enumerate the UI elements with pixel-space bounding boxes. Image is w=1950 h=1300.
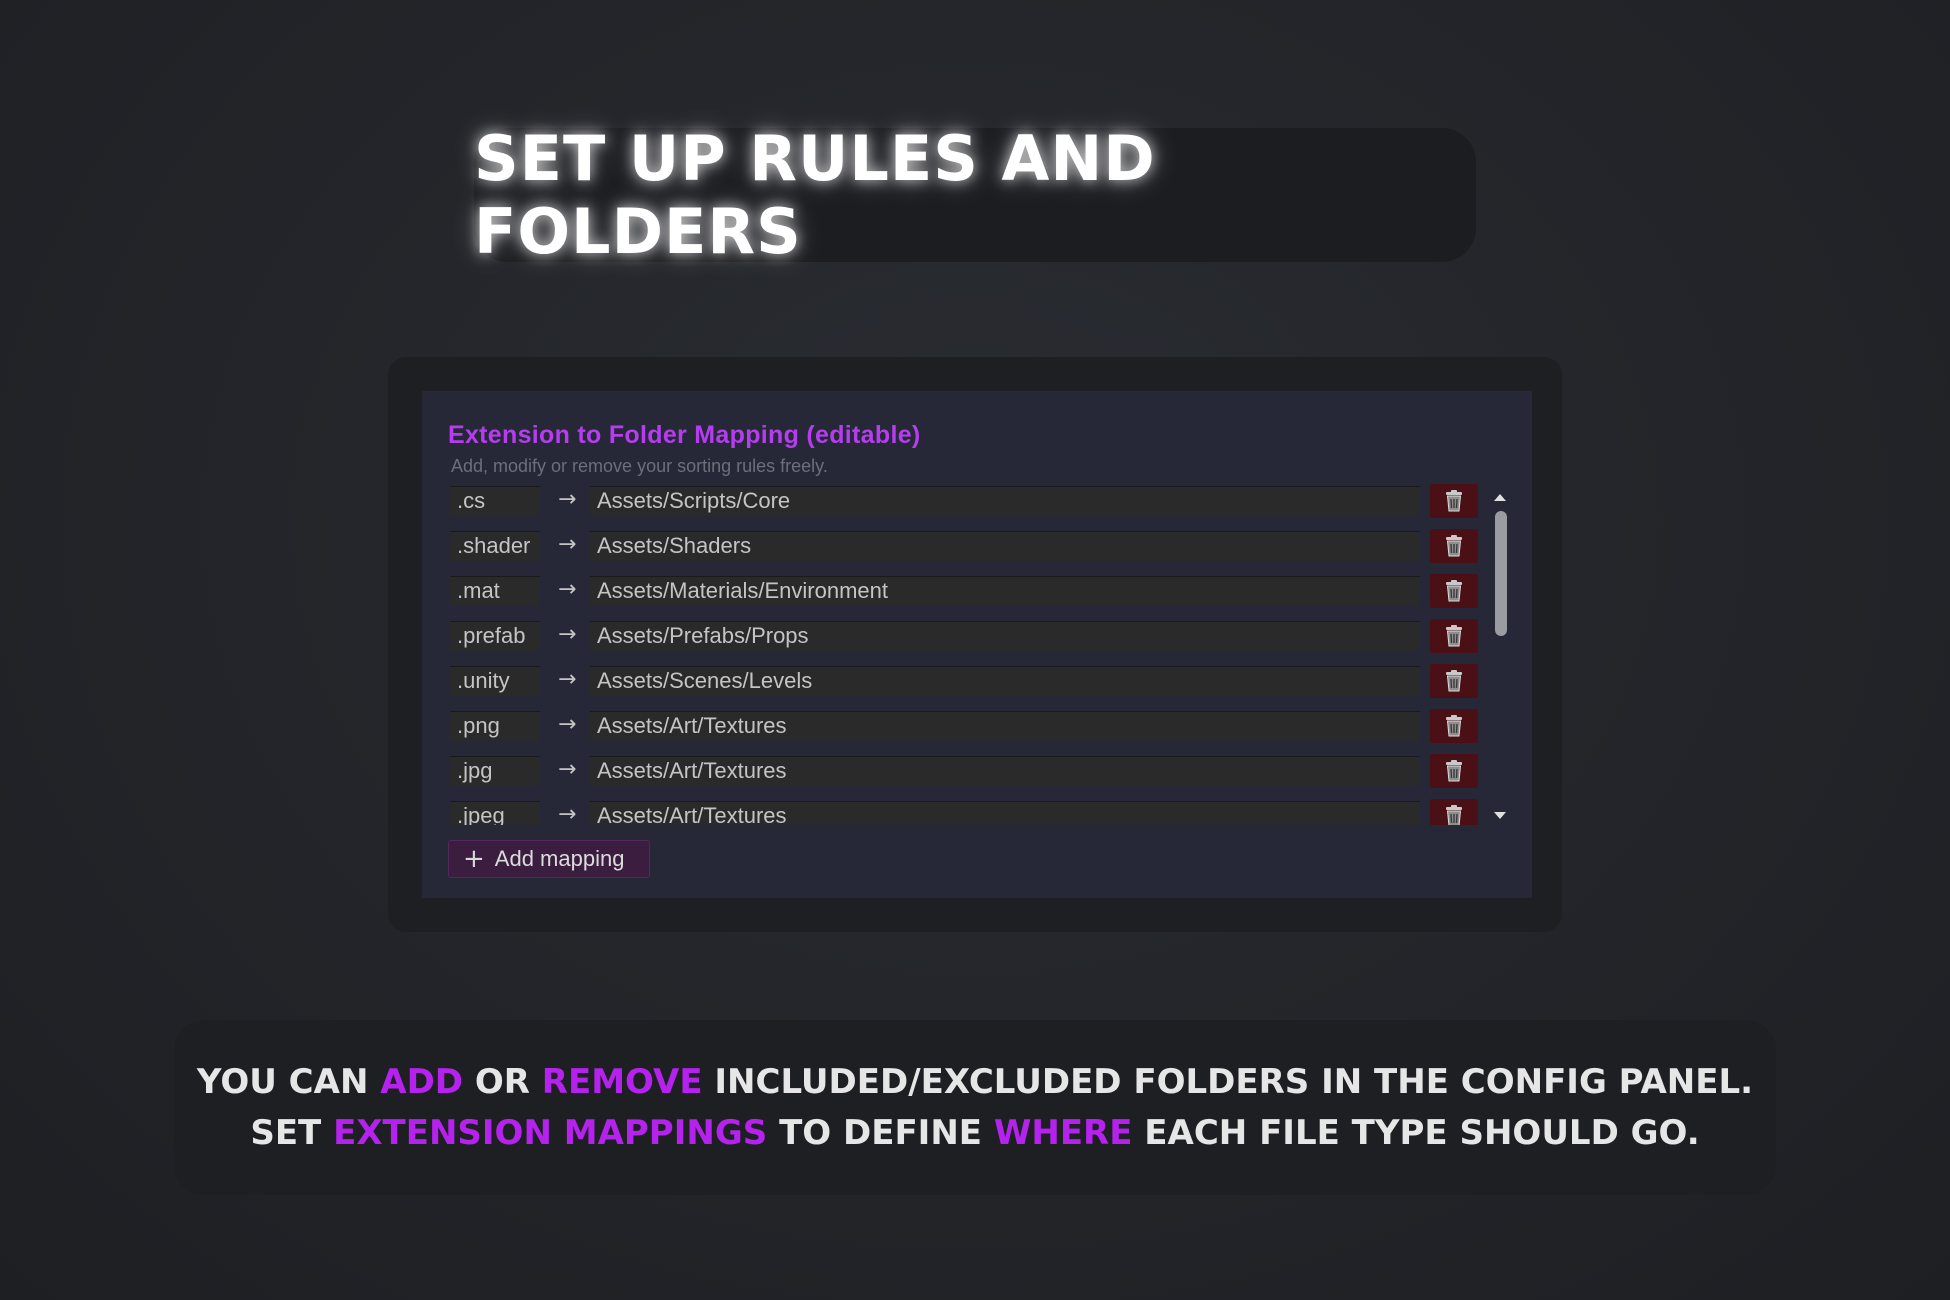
- arrow-right-icon: →: [558, 667, 577, 692]
- extension-input[interactable]: .cs: [450, 486, 540, 516]
- delete-mapping-button[interactable]: [1430, 664, 1478, 698]
- extension-input[interactable]: .prefab: [450, 621, 540, 651]
- caption-text: INCLUDED/EXCLUDED FOLDERS IN THE CONFIG …: [702, 1061, 1754, 1102]
- caption-highlight: WHERE: [993, 1112, 1133, 1153]
- arrow-right-icon: →: [558, 622, 577, 647]
- mapping-row: .mat → Assets/Materials/Environment: [450, 573, 1480, 609]
- delete-mapping-button[interactable]: [1430, 709, 1478, 743]
- delete-mapping-button[interactable]: [1430, 799, 1478, 825]
- mapping-row: .prefab → Assets/Prefabs/Props: [450, 618, 1480, 654]
- mapping-row: .cs → Assets/Scripts/Core: [450, 483, 1480, 519]
- extension-input[interactable]: .jpeg: [450, 801, 540, 825]
- mapping-list[interactable]: .cs → Assets/Scripts/Core .shader → Assets/Sh…: [450, 483, 1480, 825]
- caption-line-2: SET EXTENSION MAPPINGS TO DEFINE WHERE E…: [250, 1108, 1699, 1159]
- trash-icon: [1443, 714, 1465, 738]
- caption-highlight: EXTENSION MAPPINGS: [333, 1112, 768, 1153]
- folder-path-input[interactable]: Assets/Shaders: [590, 531, 1420, 561]
- caption-highlight: ADD: [380, 1061, 464, 1102]
- caption-highlight: REMOVE: [541, 1061, 703, 1102]
- folder-path-input[interactable]: Assets/Scenes/Levels: [590, 666, 1420, 696]
- extension-input[interactable]: .unity: [450, 666, 540, 696]
- mapping-row: .png → Assets/Art/Textures: [450, 708, 1480, 744]
- caption-text: OR: [463, 1061, 542, 1102]
- mapping-panel: Extension to Folder Mapping (editable) A…: [422, 391, 1532, 898]
- folder-path-input[interactable]: Assets/Prefabs/Props: [590, 621, 1420, 651]
- title-banner: SET UP RULES AND FOLDERS: [474, 122, 1476, 268]
- extension-input[interactable]: .mat: [450, 576, 540, 606]
- scrollbar-thumb[interactable]: [1495, 511, 1507, 636]
- trash-icon: [1443, 669, 1465, 693]
- extension-input[interactable]: .shader: [450, 531, 540, 561]
- delete-mapping-button[interactable]: [1430, 484, 1478, 518]
- arrow-right-icon: →: [558, 577, 577, 602]
- trash-icon: [1443, 534, 1465, 558]
- arrow-right-icon: →: [558, 757, 577, 782]
- folder-path-input[interactable]: Assets/Materials/Environment: [590, 576, 1420, 606]
- delete-mapping-button[interactable]: [1430, 754, 1478, 788]
- add-mapping-label: Add mapping: [494, 846, 625, 871]
- arrow-right-icon: →: [558, 487, 577, 512]
- folder-path-input[interactable]: Assets/Scripts/Core: [590, 486, 1420, 516]
- page-title: SET UP RULES AND FOLDERS: [474, 122, 1156, 268]
- mapping-row: .shader → Assets/Shaders: [450, 528, 1480, 564]
- trash-icon: [1443, 624, 1465, 648]
- plus-icon: +: [463, 844, 485, 874]
- scroll-up-arrow-icon[interactable]: [1492, 491, 1508, 503]
- extension-input[interactable]: .png: [450, 711, 540, 741]
- caption-text: SET: [250, 1112, 334, 1153]
- delete-mapping-button[interactable]: [1430, 619, 1478, 653]
- trash-icon: [1443, 579, 1465, 603]
- panel-heading: Extension to Folder Mapping (editable): [448, 421, 921, 449]
- delete-mapping-button[interactable]: [1430, 574, 1478, 608]
- trash-icon: [1443, 759, 1465, 783]
- arrow-right-icon: →: [558, 712, 577, 737]
- mapping-row: .jpg → Assets/Art/Textures: [450, 753, 1480, 789]
- extension-input[interactable]: .jpg: [450, 756, 540, 786]
- folder-path-input[interactable]: Assets/Art/Textures: [590, 711, 1420, 741]
- delete-mapping-button[interactable]: [1430, 529, 1478, 563]
- scrollbar-track[interactable]: [1491, 511, 1509, 801]
- arrow-right-icon: →: [558, 802, 577, 825]
- caption-text: YOU CAN: [196, 1061, 381, 1102]
- scroll-down-arrow-icon[interactable]: [1492, 809, 1508, 821]
- folder-path-input[interactable]: Assets/Art/Textures: [590, 756, 1420, 786]
- folder-path-input[interactable]: Assets/Art/Textures: [590, 801, 1420, 825]
- config-panel-frame: Extension to Folder Mapping (editable) A…: [388, 357, 1562, 932]
- caption-text: EACH FILE TYPE SHOULD GO.: [1132, 1112, 1700, 1153]
- trash-icon: [1443, 489, 1465, 513]
- caption-box: YOU CAN ADD OR REMOVE INCLUDED/EXCLUDED …: [174, 1020, 1776, 1195]
- mapping-row: .jpeg → Assets/Art/Textures: [450, 798, 1480, 825]
- mapping-row: .unity → Assets/Scenes/Levels: [450, 663, 1480, 699]
- panel-subtitle: Add, modify or remove your sorting rules…: [451, 456, 828, 476]
- trash-icon: [1443, 804, 1465, 825]
- caption-text: TO DEFINE: [767, 1112, 994, 1153]
- add-mapping-button[interactable]: + Add mapping: [448, 840, 650, 878]
- caption-line-1: YOU CAN ADD OR REMOVE INCLUDED/EXCLUDED …: [197, 1057, 1753, 1108]
- arrow-right-icon: →: [558, 532, 577, 557]
